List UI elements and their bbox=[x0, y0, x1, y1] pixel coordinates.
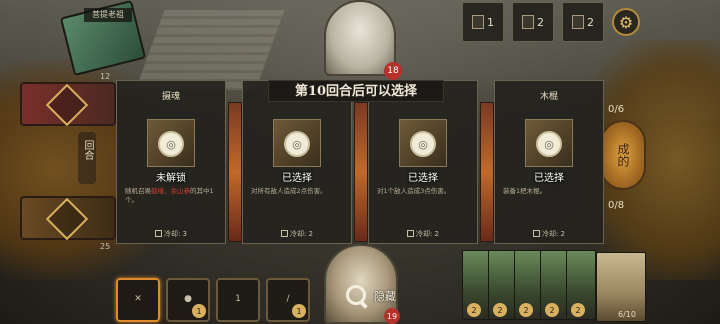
card-cost: 2 bbox=[467, 303, 481, 317]
resource-slot-book[interactable]: 2 bbox=[562, 2, 604, 42]
skill-choice-panel-4[interactable]: 木棍 ◎ 已选择 装备1把木棍。 冷却: 2 bbox=[494, 80, 604, 244]
panel-description: 随机召唤鼓缕、余山参的其中1个。 bbox=[125, 187, 221, 205]
hourglass-icon bbox=[472, 15, 484, 29]
modal-title: 第10回合后可以选择 bbox=[268, 80, 444, 102]
hourglass-icon bbox=[154, 230, 162, 237]
panel-title: 木棍 bbox=[539, 92, 558, 102]
cooldown-text: 冷却: 2 bbox=[415, 230, 440, 238]
panel-cooldown: 冷却: 3 bbox=[117, 229, 225, 239]
enemy-hp-badge: 18 bbox=[384, 62, 402, 80]
skill-choice-panel-2[interactable]: ◎ 已选择 对所有敌人造成2点伤害。 冷却: 2 bbox=[242, 80, 352, 244]
hourglass-icon bbox=[532, 230, 540, 237]
card-stack-icon bbox=[522, 15, 534, 29]
panel-cooldown: 冷却: 2 bbox=[369, 229, 477, 239]
hourglass-icon bbox=[280, 230, 288, 237]
panel-state: 已选择 bbox=[408, 173, 438, 184]
right-seal[interactable]: 成的 bbox=[600, 120, 646, 190]
resource-value: 2 bbox=[587, 15, 594, 29]
deck-emblem-icon bbox=[45, 197, 89, 241]
right-top-counter: 0/6 bbox=[608, 104, 625, 115]
hand-count: 6/10 bbox=[618, 310, 636, 319]
resource-value: 2 bbox=[537, 15, 544, 29]
skill-choice-panel-1[interactable]: 摄魂 ◎ 未解锁 随机召唤鼓缕、余山参的其中1个。 冷却: 3 bbox=[116, 80, 226, 244]
resource-value: 1 bbox=[487, 15, 494, 29]
crossed-weapons-icon: ✕ bbox=[134, 294, 142, 304]
enemy-deck-count: 12 bbox=[100, 72, 111, 81]
book-icon bbox=[572, 15, 584, 29]
deck-emblem-icon bbox=[45, 83, 89, 127]
skill-slot-2[interactable]: ● 1 bbox=[166, 278, 210, 322]
desc-text: 随机召唤 bbox=[125, 187, 151, 195]
gear-icon: ⚙ bbox=[618, 12, 634, 32]
skill-slot-1[interactable]: ✕ bbox=[116, 278, 160, 322]
player-hp-badge: 19 bbox=[384, 308, 400, 324]
skill-choice-panel-3[interactable]: ◎ 已选择 对1个敌人造成3点伤害。 冷却: 2 bbox=[368, 80, 478, 244]
hide-button[interactable]: 隐藏 bbox=[344, 282, 396, 310]
game-board: 菩提老祖 1 2 2 ⚙ 18 12 回合 25 0/6 成的 0/8 摄魂 ◎… bbox=[0, 0, 720, 324]
lock-icon: ◎ bbox=[284, 131, 310, 157]
panel-title: 摄魂 bbox=[161, 92, 180, 102]
skill-text: 1 bbox=[235, 294, 241, 304]
lock-icon: ◎ bbox=[410, 131, 436, 157]
right-bottom-counter: 0/8 bbox=[608, 200, 625, 211]
lock-icon: ◎ bbox=[158, 131, 184, 157]
round-label-text: 回合 bbox=[82, 140, 93, 160]
panel-cooldown: 冷却: 2 bbox=[243, 229, 351, 239]
board-card-peek bbox=[480, 102, 494, 242]
skill-count: 1 bbox=[192, 304, 206, 318]
panel-description: 对所有敌人造成2点伤害。 bbox=[251, 187, 347, 196]
player-deck-count: 25 bbox=[100, 242, 111, 251]
settings-button[interactable]: ⚙ bbox=[612, 8, 640, 36]
round-label: 回合 bbox=[78, 132, 96, 184]
resource-slot-cards[interactable]: 2 bbox=[512, 2, 554, 42]
cooldown-text: 冷却: 3 bbox=[163, 230, 188, 238]
board-card-peek bbox=[228, 102, 242, 242]
cooldown-text: 冷却: 2 bbox=[289, 230, 314, 238]
cooldown-text: 冷却: 2 bbox=[541, 230, 566, 238]
desc-text: 对1个敌人造成3点伤害。 bbox=[377, 187, 451, 195]
panel-cooldown: 冷却: 2 bbox=[495, 229, 603, 239]
enemy-deck[interactable] bbox=[20, 82, 116, 127]
panel-description: 装备1把木棍。 bbox=[503, 187, 599, 196]
panel-state: 已选择 bbox=[282, 173, 312, 184]
skill-slot-3[interactable]: 1 bbox=[216, 278, 260, 322]
sword-icon: / bbox=[286, 294, 290, 304]
card-cost: 2 bbox=[493, 303, 507, 317]
hourglass-icon bbox=[406, 230, 414, 237]
hide-button-label: 隐藏 bbox=[374, 290, 396, 303]
board-card-peek bbox=[354, 102, 368, 242]
lock-icon: ◎ bbox=[536, 131, 562, 157]
panel-description: 对1个敌人造成3点伤害。 bbox=[377, 187, 473, 196]
hand-card[interactable]: 2 bbox=[566, 250, 596, 320]
panel-state: 未解锁 bbox=[156, 173, 186, 184]
stone-icon: ● bbox=[184, 294, 192, 304]
desc-text: 装备1把木棍。 bbox=[503, 187, 547, 195]
card-cost: 2 bbox=[519, 303, 533, 317]
magnifier-icon bbox=[344, 283, 370, 309]
skill-slot-4[interactable]: / 1 bbox=[266, 278, 310, 322]
panel-state: 已选择 bbox=[534, 173, 564, 184]
desc-highlight: 鼓缕、余山参 bbox=[151, 187, 190, 195]
player-deck[interactable] bbox=[20, 196, 116, 241]
opponent-name: 菩提老祖 bbox=[84, 8, 132, 22]
card-cost: 2 bbox=[571, 303, 585, 317]
skill-count: 1 bbox=[292, 304, 306, 318]
desc-text: 对所有敌人造成2点伤害。 bbox=[251, 187, 327, 195]
resource-slot-hourglass[interactable]: 1 bbox=[462, 2, 504, 42]
card-cost: 2 bbox=[545, 303, 559, 317]
right-seal-text: 成的 bbox=[616, 143, 630, 167]
